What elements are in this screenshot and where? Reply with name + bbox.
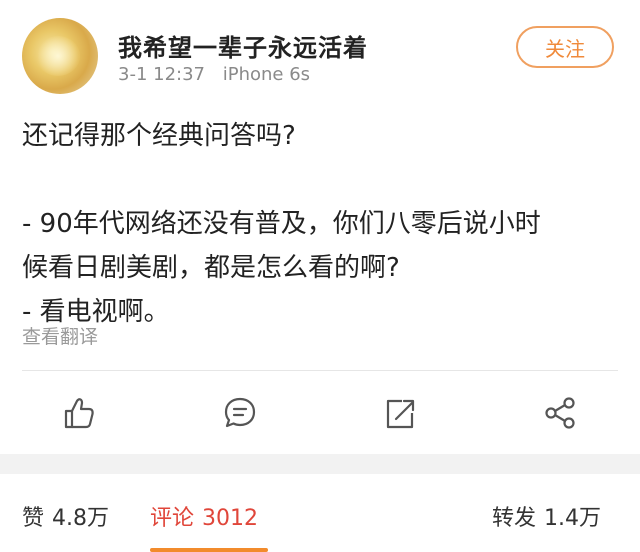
- tab-reposts[interactable]: 转发 1.4万: [492, 500, 601, 532]
- comments-label: 评论: [150, 506, 195, 531]
- comments-count: 3012: [202, 506, 259, 531]
- tab-likes[interactable]: 赞 4.8万: [22, 500, 109, 532]
- post-device: iPhone 6s: [222, 64, 311, 85]
- translate-link[interactable]: 查看翻译: [22, 322, 98, 349]
- tab-comments[interactable]: 评论 3012: [150, 500, 258, 532]
- section-gap: [0, 454, 640, 474]
- post-line: - 看电视啊。: [22, 297, 170, 327]
- post-meta: 3-1 12:37 iPhone 6s: [118, 64, 310, 85]
- post-line: - 90年代网络还没有普及，你们八零后说小时: [22, 209, 541, 239]
- share-arrow-icon[interactable]: [380, 393, 420, 433]
- thumbs-up-icon[interactable]: [58, 393, 98, 433]
- comment-icon[interactable]: [220, 393, 260, 433]
- action-bar: [0, 385, 640, 441]
- post-content: 还记得那个经典问答吗? - 90年代网络还没有普及，你们八零后说小时 候看日剧美…: [22, 114, 622, 334]
- post-spacer: [22, 158, 622, 202]
- post-line: 候看日剧美剧，都是怎么看的啊?: [22, 253, 400, 283]
- avatar[interactable]: [22, 18, 98, 94]
- post-time: 3-1 12:37: [118, 64, 205, 85]
- post-line: 还记得那个经典问答吗?: [22, 121, 296, 151]
- stats-bar: 赞 4.8万 评论 3012 转发 1.4万: [0, 474, 640, 552]
- username[interactable]: 我希望一辈子永远活着: [118, 28, 368, 63]
- likes-count: 4.8万: [52, 506, 110, 531]
- active-tab-indicator: [150, 548, 268, 552]
- divider: [22, 370, 618, 371]
- likes-label: 赞: [22, 506, 45, 531]
- reposts-label: 转发: [492, 506, 537, 531]
- follow-button[interactable]: 关注: [516, 26, 614, 68]
- reposts-count: 1.4万: [544, 506, 602, 531]
- share-nodes-icon[interactable]: [540, 393, 580, 433]
